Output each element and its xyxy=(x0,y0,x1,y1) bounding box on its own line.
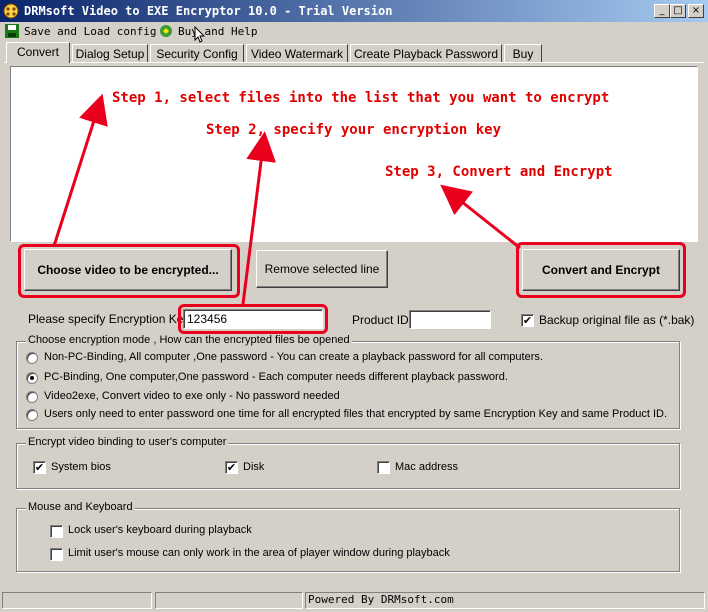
status-text: Powered By DRMsoft.com xyxy=(305,592,705,609)
step1-arrow xyxy=(52,93,108,247)
status-pane-1 xyxy=(2,592,152,609)
step2-arrow xyxy=(241,131,276,305)
tab-convert[interactable]: Convert xyxy=(6,42,70,63)
step3-arrow xyxy=(440,184,521,250)
status-pane-2 xyxy=(155,592,303,609)
annotation-arrows xyxy=(52,93,521,305)
